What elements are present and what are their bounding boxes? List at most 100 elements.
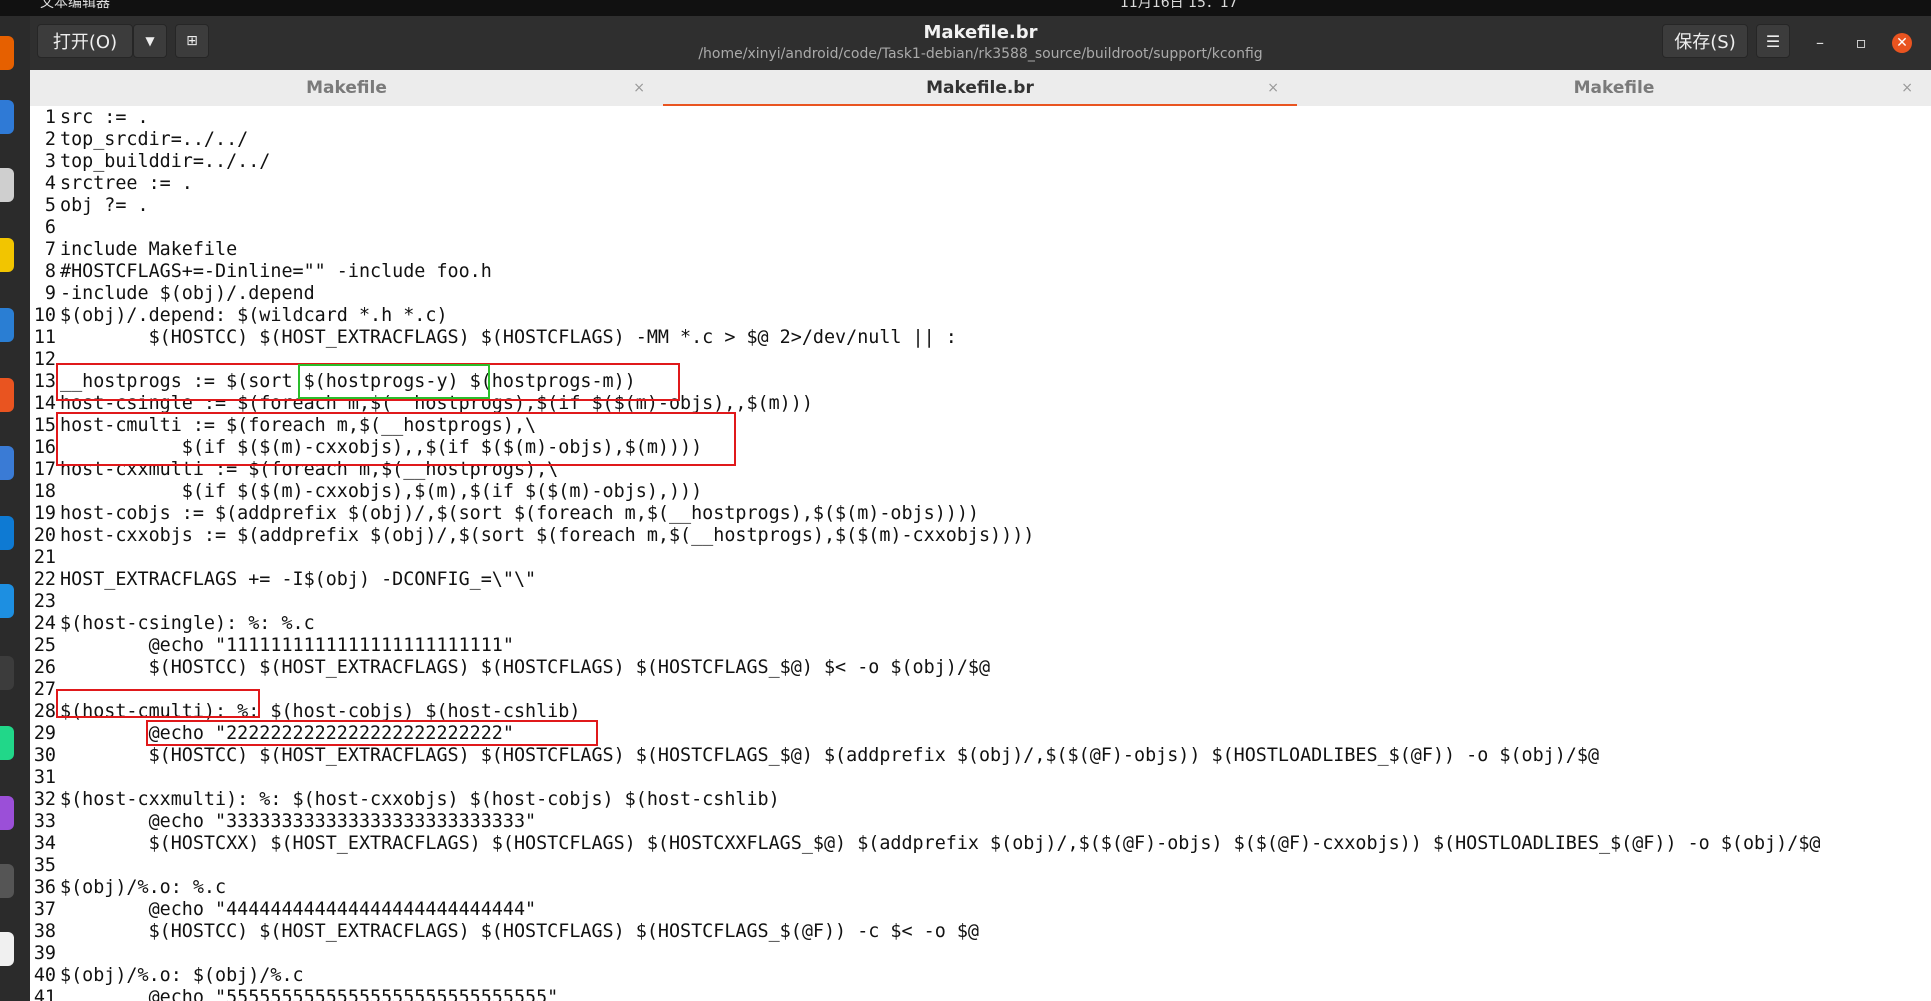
code-line: 36 $(obj)/%.o: %.c [30, 877, 226, 899]
line-text: $(HOSTCC) $(HOST_EXTRACFLAGS) $(HOSTCFLA… [60, 327, 957, 348]
code-line: 32 $(host-cxxmulti): %: $(host-cxxobjs) $… [30, 789, 780, 811]
close-window-icon[interactable]: ✕ [1892, 33, 1912, 53]
line-number: 18 [33, 481, 56, 502]
code-line: 39 [30, 943, 60, 965]
line-number: 5 [44, 195, 56, 216]
tab-close-icon[interactable]: × [1901, 70, 1913, 106]
tab-close-icon[interactable]: × [633, 70, 645, 106]
pycharm-icon[interactable] [0, 726, 14, 760]
line-number: 7 [44, 239, 56, 260]
line-number: 24 [33, 613, 56, 634]
line-text: $(HOSTCC) $(HOST_EXTRACFLAGS) $(HOSTCFLA… [60, 745, 1600, 766]
rhythmbox-icon[interactable] [0, 238, 14, 272]
code-line: 21 [30, 547, 60, 569]
line-number: 2 [44, 129, 56, 150]
line-number: 15 [33, 415, 56, 436]
line-text [56, 591, 60, 612]
line-number: 13 [33, 371, 56, 392]
line-text: srctree := . [60, 173, 193, 194]
files-icon[interactable] [0, 168, 14, 202]
clock[interactable]: 11月16日 15：17 [1120, 0, 1238, 10]
code-line: 18 $(if $($(m)-cxxobjs),$(m),$(if $($(m)… [30, 481, 702, 503]
line-text: host-cobjs := $(addprefix $(obj)/,$(sort… [60, 503, 979, 524]
line-number: 4 [44, 173, 56, 194]
line-text: $(HOSTCXX) $(HOST_EXTRACFLAGS) $(HOSTCFL… [60, 833, 1821, 854]
code-line: 38 $(HOSTCC) $(HOST_EXTRACFLAGS) $(HOSTC… [30, 921, 979, 943]
line-number: 19 [33, 503, 56, 524]
line-number: 9 [44, 283, 56, 304]
line-number: 30 [33, 745, 56, 766]
line-number: 36 [33, 877, 56, 898]
code-line: 19 host-cobjs := $(addprefix $(obj)/,$(so… [30, 503, 979, 525]
code-line: 6 [30, 217, 60, 239]
line-text: $(host-csingle): %: %.c [60, 613, 315, 634]
line-text [56, 547, 60, 568]
line-text: src := . [60, 107, 149, 128]
code-line: 11 $(HOSTCC) $(HOST_EXTRACFLAGS) $(HOSTC… [30, 327, 957, 349]
tab-label: Makefile [306, 78, 387, 98]
line-number: 11 [33, 327, 56, 348]
line-number: 25 [33, 635, 56, 656]
file-path: /home/xinyi/android/code/Task1-debian/rk… [698, 46, 1263, 62]
phpstorm-icon[interactable] [0, 796, 14, 830]
code-line: 31 [30, 767, 60, 789]
system-top-bar: 文本编辑器 11月16日 15：17 [0, 0, 1931, 16]
help-icon[interactable] [0, 446, 14, 480]
line-text: $(obj)/%.o: %.c [60, 877, 227, 898]
code-line: 24 $(host-csingle): %: %.c [30, 613, 315, 635]
line-number: 17 [33, 459, 56, 480]
tab-makefile-2[interactable]: Makefile × [1297, 70, 1931, 106]
firefox-icon[interactable] [0, 36, 14, 70]
line-number: 26 [33, 657, 56, 678]
highlight-box-host-cmulti-target [56, 689, 260, 718]
writer-icon[interactable] [0, 308, 14, 342]
line-text: @echo "333333333333333333333333333" [60, 811, 537, 832]
hamburger-icon: ☰ [1765, 31, 1781, 51]
code-line: 37 @echo "444444444444444444444444444" [30, 899, 536, 921]
minimize-icon[interactable]: – [1810, 33, 1830, 53]
line-number: 40 [33, 965, 56, 986]
line-number: 32 [33, 789, 56, 810]
tab-makefile-1[interactable]: Makefile × [30, 70, 663, 106]
text-editor-icon[interactable] [0, 932, 14, 966]
code-line: 41 @echo "55555555555555555555555555555" [30, 987, 558, 1001]
line-text: obj ?= . [60, 195, 149, 216]
thunderbird-icon[interactable] [0, 100, 14, 134]
tab-close-icon[interactable]: × [1267, 70, 1279, 106]
line-text: $(host-cxxmulti): %: $(host-cxxobjs) $(h… [60, 789, 780, 810]
tab-makefile-br[interactable]: Makefile.br × [663, 70, 1297, 107]
line-text: @echo "55555555555555555555555555555" [60, 987, 559, 1001]
line-number: 37 [33, 899, 56, 920]
line-text: -include $(obj)/.depend [60, 283, 315, 304]
code-line: 25 @echo "1111111111111111111111111" [30, 635, 514, 657]
line-text [56, 943, 60, 964]
line-text: $(obj)/%.o: $(obj)/%.c [60, 965, 304, 986]
code-line: 23 [30, 591, 60, 613]
line-number: 31 [33, 767, 56, 788]
line-text [56, 767, 60, 788]
line-number: 39 [33, 943, 56, 964]
maximize-icon[interactable]: ▫ [1851, 33, 1871, 53]
code-line: 40 $(obj)/%.o: $(obj)/%.c [30, 965, 304, 987]
line-text: HOST_EXTRACFLAGS += -I$(obj) -DCONFIG_=\… [60, 569, 537, 590]
terminal-icon[interactable] [0, 656, 14, 690]
text-editor-area[interactable]: 1 src := . 2 top_srcdir=../../3 top_builddir… [30, 106, 1931, 1001]
software-icon[interactable] [0, 378, 14, 412]
highlight-box-echo-2222 [146, 720, 598, 746]
line-number: 28 [33, 701, 56, 722]
browser-icon[interactable] [0, 584, 14, 618]
line-text: $(if $($(m)-cxxobjs),$(m),$(if $($(m)-ob… [60, 481, 703, 502]
save-button[interactable]: 保存(S) [1662, 24, 1748, 58]
vscode-icon[interactable] [0, 516, 14, 550]
app-menu[interactable]: 文本编辑器 [40, 0, 110, 10]
line-text: @echo "444444444444444444444444444" [60, 899, 537, 920]
line-number: 1 [44, 107, 56, 128]
line-text: @echo "1111111111111111111111111" [60, 635, 514, 656]
drive-icon[interactable] [0, 864, 14, 898]
code-line: 2 top_srcdir=../../ [30, 129, 248, 151]
menu-button[interactable]: ☰ [1756, 24, 1790, 58]
line-number: 12 [33, 349, 56, 370]
line-number: 35 [33, 855, 56, 876]
code-line: 22 HOST_EXTRACFLAGS += -I$(obj) -DCONFIG_… [30, 569, 536, 591]
line-number: 20 [33, 525, 56, 546]
